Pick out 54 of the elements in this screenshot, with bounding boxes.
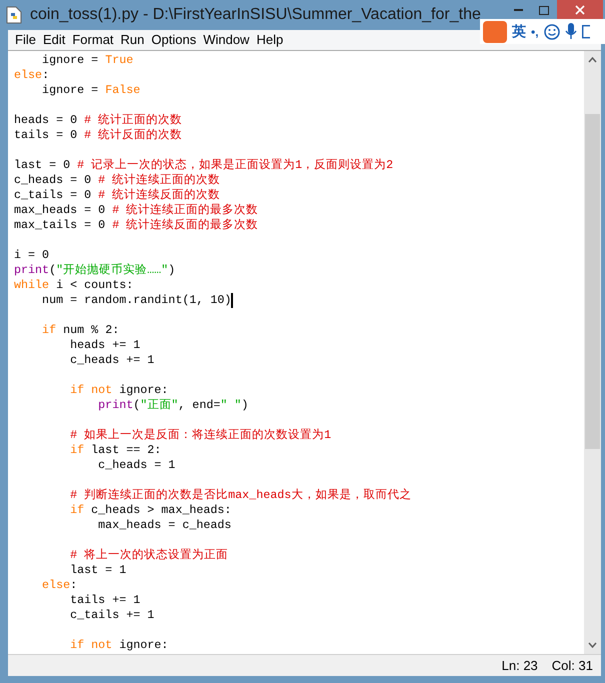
menu-item[interactable]: Help — [253, 30, 286, 50]
menu-item[interactable]: Window — [200, 30, 252, 50]
code-line: # 如果上一次是反面：将连续正面的次数设置为1 — [69, 428, 332, 443]
window-title: coin_toss(1).py - D:\FirstYearInSISU\Summer_Vacation_for_the — [30, 5, 481, 25]
code-line: ignore = False — [41, 83, 140, 98]
code-line: ignore = True — [41, 53, 134, 68]
close-icon — [575, 4, 585, 14]
code-line: c_heads = 1 — [97, 458, 176, 473]
menu-item[interactable]: Edit — [40, 30, 68, 50]
code-line: max_tails = 0 # 统计连续反面的最多次数 — [14, 218, 258, 233]
code-line: if c_heads > max_heads: — [69, 503, 232, 518]
code-line: c_heads += 1 — [69, 353, 154, 368]
code-line: else: — [41, 578, 78, 593]
code-line: last = 1 — [69, 563, 126, 578]
menu-item[interactable]: Options — [148, 30, 200, 50]
code-line: heads = 0 # 统计正面的次数 — [14, 113, 182, 128]
menu-item[interactable]: Format — [69, 30, 117, 50]
code-line: c_tails = 0 # 统计连续反面的次数 — [14, 188, 220, 203]
code-line: heads += 1 — [69, 338, 140, 353]
code-line: c_heads = 0 # 统计连续正面的次数 — [14, 173, 220, 188]
column-number-status: Col: 31 — [552, 656, 593, 675]
code-line: max_heads = 0 # 统计连续正面的最多次数 — [14, 203, 258, 218]
minimize-icon — [514, 9, 522, 11]
code-line: if not ignore: — [69, 383, 168, 398]
ime-mode[interactable]: 英 — [512, 21, 526, 42]
ime-logo-icon — [483, 20, 507, 42]
scrollbar[interactable] — [584, 51, 601, 654]
code-line: max_heads = c_heads — [97, 518, 232, 533]
code-line: print("开始抛硬币实验……") — [14, 263, 176, 278]
code-line: i = 0 — [14, 248, 50, 263]
code-line: if not ignore: — [69, 638, 168, 653]
code-line: tails += 1 — [69, 593, 140, 608]
code-line: num = random.randint(1, 10) — [41, 293, 234, 308]
code-line: print("正面", end=" ") — [97, 398, 248, 413]
line-number-status: Ln: 23 — [502, 656, 538, 675]
maximize-icon — [539, 6, 549, 14]
microphone-icon[interactable] — [564, 23, 577, 40]
code-line: last = 0 # 记录上一次的状态，如果是正面设置为1，反面则设置为2 — [14, 158, 394, 173]
text-cursor — [231, 293, 234, 308]
menu-item[interactable]: Run — [118, 30, 148, 50]
python-file-icon — [6, 6, 22, 24]
code-line: # 判断连续正面的次数是否比max_heads大，如果是，取而代之 — [69, 488, 412, 503]
code-line: else: — [14, 68, 50, 83]
scroll-thumb[interactable] — [585, 114, 600, 449]
code-line: if num % 2: — [41, 323, 120, 338]
code-line: c_tails += 1 — [69, 608, 154, 623]
menu-item[interactable]: File — [12, 30, 39, 50]
code-line: tails = 0 # 统计反面的次数 — [14, 128, 182, 143]
code-line: if last == 2: — [69, 443, 162, 458]
ime-punctuation[interactable]: •, — [531, 22, 539, 40]
code-line: # 将上一次的状态设置为正面 — [69, 548, 228, 563]
code-line: while i < counts: — [14, 278, 134, 293]
smiley-icon[interactable] — [544, 24, 560, 40]
close-button[interactable] — [557, 0, 603, 19]
